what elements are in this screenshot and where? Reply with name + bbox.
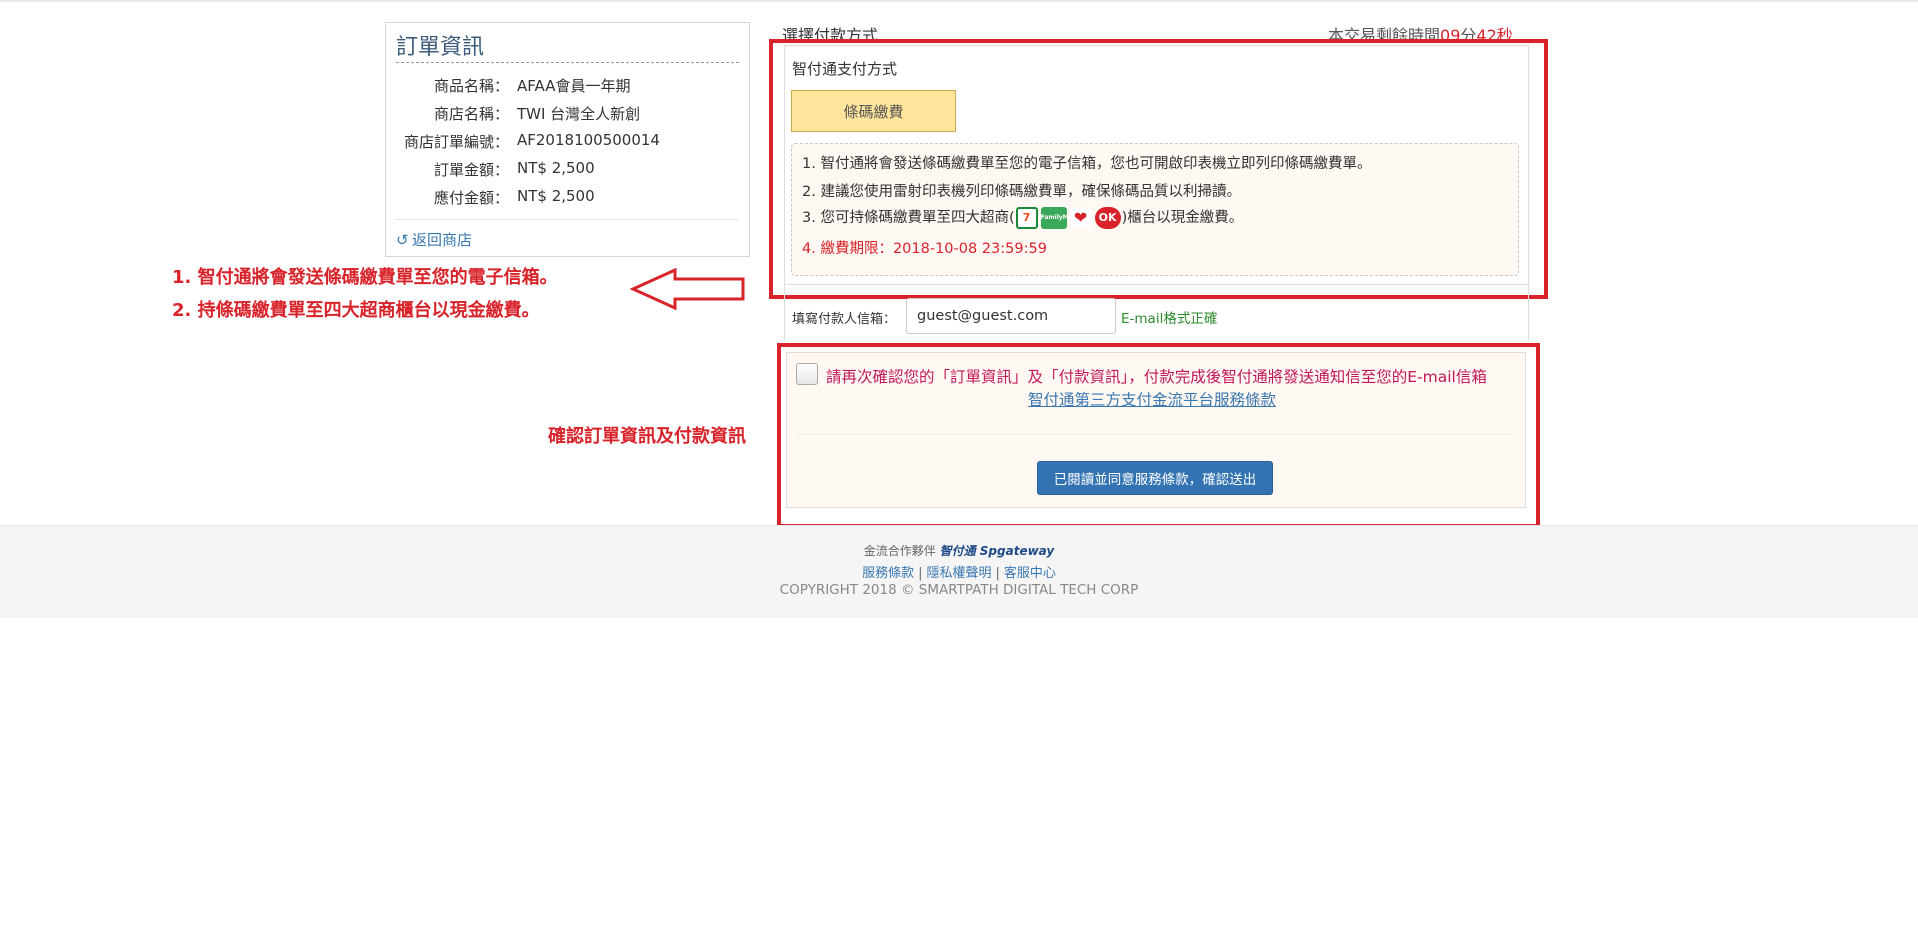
refresh-icon: ↺ <box>396 231 409 249</box>
back-to-store-label: 返回商店 <box>412 231 473 249</box>
footer: 金流合作夥伴 智付通 Spgateway 服務條款 | 隱私權聲明 | 客服中心 COP… <box>0 525 1918 618</box>
payment-partner: 金流合作夥伴 智付通 Spgateway <box>0 542 1918 559</box>
footer-link-terms[interactable]: 服務條款 <box>862 566 914 581</box>
order-row-label: 商店訂單編號： <box>403 133 509 151</box>
order-row-label: 商店名稱： <box>433 105 509 123</box>
annotation-note-1: 1. 智付通將會發送條碼繳費單至您的電子信箱。 <box>172 267 558 288</box>
order-row-value: AFAA會員一年期 <box>517 77 631 95</box>
footer-link-support[interactable]: 客服中心 <box>1004 566 1056 581</box>
order-row-amount: 訂單金額： NT$ 2,500 <box>386 155 749 183</box>
order-row-value: TWI 台灣全人新創 <box>517 105 641 123</box>
order-row-value: NT$ 2,500 <box>517 187 595 205</box>
order-details: 商品名稱： AFAA會員一年期 商店名稱： TWI 台灣全人新創 商店訂單編號：… <box>386 71 749 211</box>
order-row-label: 商品名稱： <box>433 77 509 95</box>
order-row-value: AF2018100500014 <box>517 131 660 149</box>
highlight-frame-confirm <box>777 343 1540 528</box>
top-divider <box>0 0 1918 2</box>
order-info-panel: 訂單資訊 商品名稱： AFAA會員一年期 商店名稱： TWI 台灣全人新創 商店… <box>385 22 750 257</box>
email-label: 填寫付款人信箱： <box>792 312 897 327</box>
annotation-confirm-note: 確認訂單資訊及付款資訊 <box>548 426 746 447</box>
footer-link-privacy[interactable]: 隱私權聲明 <box>926 566 991 581</box>
email-valid-status: E-mail格式正確 <box>1121 311 1218 327</box>
order-row-product: 商品名稱： AFAA會員一年期 <box>386 71 749 99</box>
order-info-title: 訂單資訊 <box>396 35 485 60</box>
order-row-value: NT$ 2,500 <box>517 159 595 177</box>
title-divider <box>396 62 739 63</box>
footer-links: 服務條款 | 隱私權聲明 | 客服中心 <box>0 562 1918 581</box>
order-row-label: 應付金額： <box>433 189 509 207</box>
highlight-frame-payment <box>769 39 1548 299</box>
copyright: COPYRIGHT 2018 © SMARTPATH DIGITAL TECH … <box>779 582 1139 598</box>
separator: | <box>995 566 1000 581</box>
separator: | <box>918 566 923 581</box>
spgateway-logo: 智付通 Spgateway <box>939 544 1055 558</box>
order-row-label: 訂單金額： <box>433 161 509 179</box>
order-row-order-number: 商店訂單編號： AF2018100500014 <box>386 127 749 155</box>
payer-email-input[interactable] <box>906 298 1116 334</box>
panel-divider <box>396 219 739 220</box>
order-row-store: 商店名稱： TWI 台灣全人新創 <box>386 99 749 127</box>
order-row-payable: 應付金額： NT$ 2,500 <box>386 183 749 211</box>
partner-label: 金流合作夥伴 <box>863 544 936 558</box>
left-arrow-icon <box>630 268 745 310</box>
back-to-store-link[interactable]: ↺ 返回商店 <box>396 229 472 250</box>
annotation-note-2: 2. 持條碼繳費單至四大超商櫃台以現金繳費。 <box>172 300 540 321</box>
